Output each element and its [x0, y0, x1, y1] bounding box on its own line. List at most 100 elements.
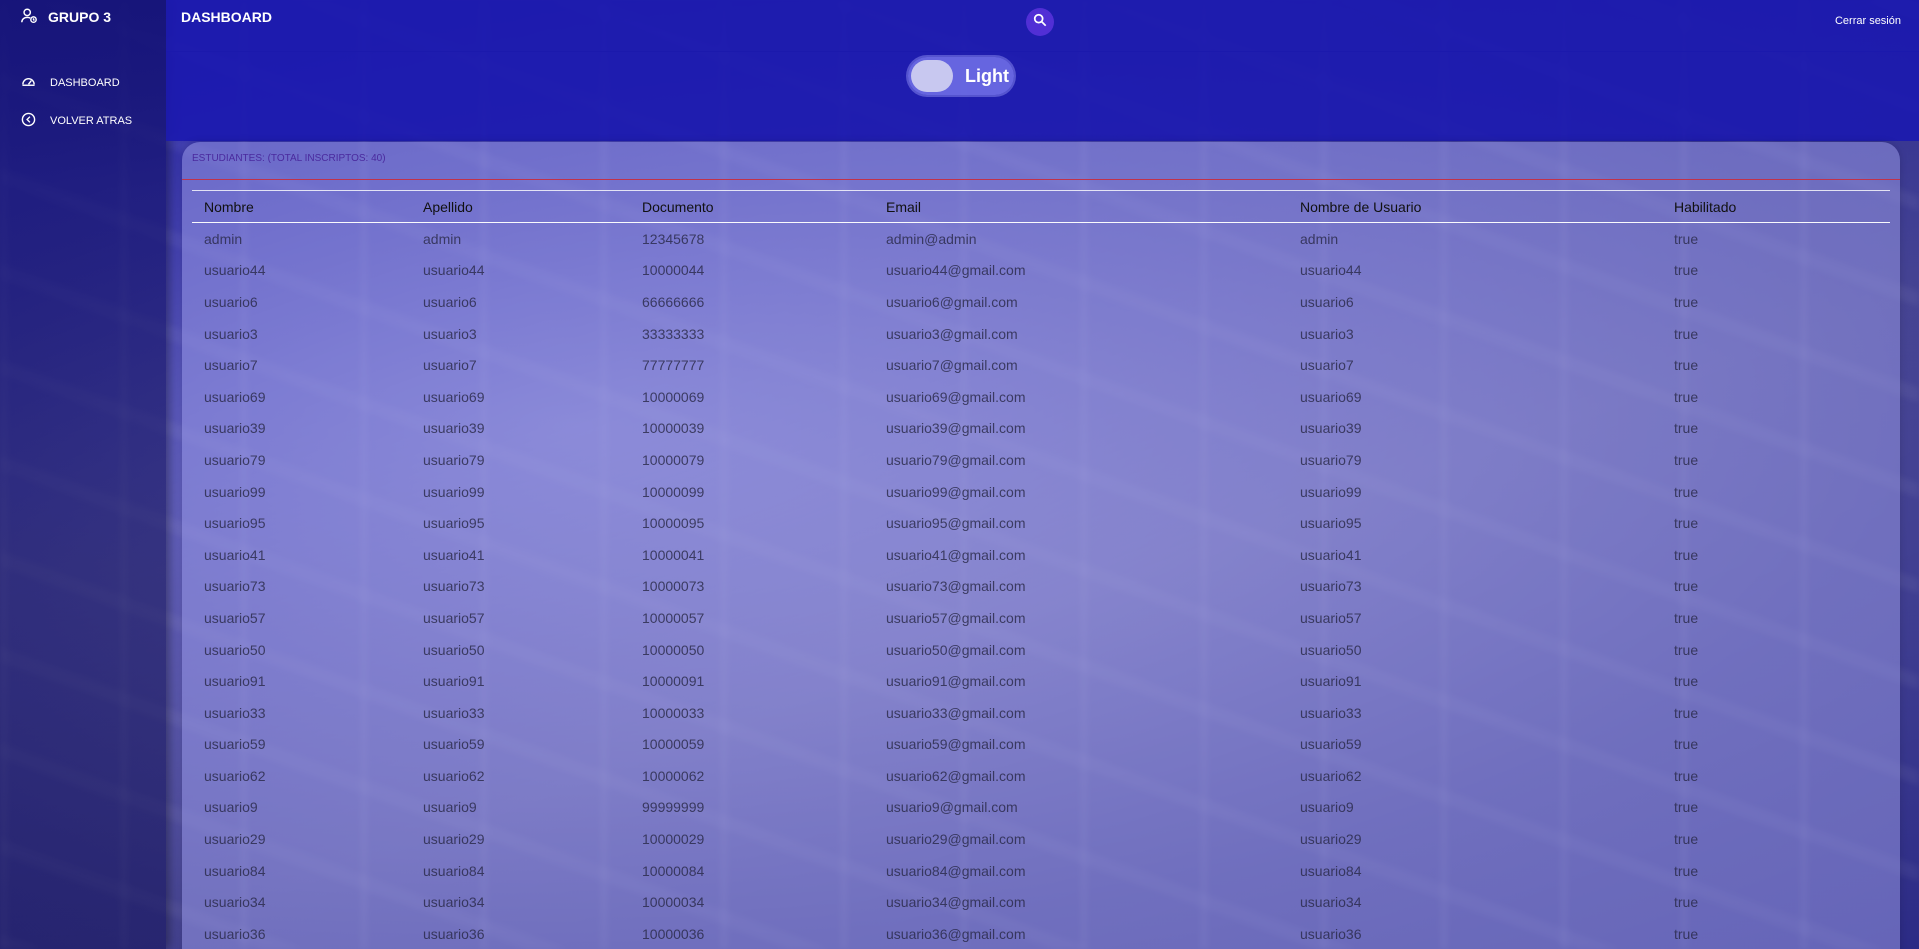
- cell-apellido: usuario59: [423, 736, 485, 753]
- cell-habilitado: true: [1674, 799, 1699, 816]
- cell-nombre: usuario29: [204, 831, 266, 848]
- table-row[interactable]: usuario41 usuario41 10000041 usuario41@gmai…: [192, 539, 1890, 571]
- cell-nombre: usuario59: [204, 736, 266, 753]
- cell-email: usuario9@gmail.com: [886, 799, 1018, 816]
- column-header-nombre: Nombre: [204, 198, 254, 215]
- logout-link[interactable]: Cerrar sesión: [1835, 15, 1901, 27]
- table-row[interactable]: usuario7 usuario7 77777777 usuario7@gmail.c…: [192, 349, 1890, 381]
- table-row[interactable]: usuario50 usuario50 10000050 usuario50@gmai…: [192, 634, 1890, 666]
- cell-habilitado: true: [1674, 546, 1699, 563]
- cell-nombre-de-usuario: usuario7: [1300, 357, 1354, 374]
- table-row[interactable]: usuario44 usuario44 10000044 usuario44@gmai…: [192, 255, 1890, 287]
- table-row[interactable]: usuario9 usuario9 99999999 usuario9@gmail.c…: [192, 792, 1890, 824]
- cell-documento: 10000084: [642, 862, 705, 879]
- topbar: DASHBOARD Cerrar sesión: [166, 0, 1919, 52]
- cell-documento: 10000039: [642, 420, 705, 437]
- table-row[interactable]: usuario57 usuario57 10000057 usuario57@gmai…: [192, 602, 1890, 634]
- cell-apellido: usuario7: [423, 357, 477, 374]
- cell-habilitado: true: [1674, 578, 1699, 595]
- cell-documento: 10000099: [642, 483, 705, 500]
- table-row[interactable]: usuario39 usuario39 10000039 usuario39@gmai…: [192, 413, 1890, 445]
- cell-nombre: usuario7: [204, 357, 258, 374]
- cell-nombre: usuario44: [204, 262, 266, 279]
- cell-email: usuario36@gmail.com: [886, 925, 1026, 942]
- table-row[interactable]: usuario3 usuario3 33333333 usuario3@gmail.c…: [192, 318, 1890, 350]
- cell-nombre-de-usuario: usuario33: [1300, 704, 1362, 721]
- cell-habilitado: true: [1674, 357, 1699, 374]
- cell-nombre-de-usuario: usuario95: [1300, 515, 1362, 532]
- table-row[interactable]: usuario84 usuario84 10000084 usuario84@gmai…: [192, 855, 1890, 887]
- search-button[interactable]: [1026, 8, 1054, 36]
- cell-email: usuario33@gmail.com: [886, 704, 1026, 721]
- table-row[interactable]: usuario34 usuario34 10000034 usuario34@gmai…: [192, 886, 1890, 918]
- cell-email: usuario99@gmail.com: [886, 483, 1026, 500]
- cell-nombre-de-usuario: usuario9: [1300, 799, 1354, 816]
- table-row[interactable]: admin admin 12345678 admin@admin admin true: [192, 223, 1890, 255]
- table-row[interactable]: usuario6 usuario6 66666666 usuario6@gmail.c…: [192, 286, 1890, 318]
- cell-apellido: usuario44: [423, 262, 485, 279]
- table-row[interactable]: usuario69 usuario69 10000069 usuario69@gmai…: [192, 381, 1890, 413]
- cell-habilitado: true: [1674, 420, 1699, 437]
- cell-habilitado: true: [1674, 862, 1699, 879]
- cell-apellido: usuario62: [423, 767, 485, 784]
- table-row[interactable]: usuario36 usuario36 10000036 usuario36@gmai…: [192, 918, 1890, 949]
- cell-apellido: usuario41: [423, 546, 485, 563]
- cell-apellido: usuario33: [423, 704, 485, 721]
- cell-nombre-de-usuario: usuario34: [1300, 894, 1362, 911]
- table-row[interactable]: usuario59 usuario59 10000059 usuario59@gmai…: [192, 729, 1890, 761]
- cell-email: usuario6@gmail.com: [886, 293, 1018, 310]
- cell-habilitado: true: [1674, 262, 1699, 279]
- cell-apellido: usuario79: [423, 451, 485, 468]
- cell-nombre-de-usuario: usuario29: [1300, 831, 1362, 848]
- theme-toggle[interactable]: Light: [908, 57, 1014, 95]
- cell-nombre: usuario84: [204, 862, 266, 879]
- table-row[interactable]: usuario73 usuario73 10000073 usuario73@gmai…: [192, 571, 1890, 603]
- cell-habilitado: true: [1674, 609, 1699, 626]
- cell-nombre: admin: [204, 230, 243, 247]
- toggle-knob[interactable]: [911, 60, 953, 92]
- table-row[interactable]: usuario91 usuario91 10000091 usuario91@gmai…: [192, 665, 1890, 697]
- cell-nombre-de-usuario: usuario36: [1300, 925, 1362, 942]
- cell-email: usuario69@gmail.com: [886, 388, 1026, 405]
- table-row[interactable]: usuario79 usuario79 10000079 usuario79@gmai…: [192, 444, 1890, 476]
- cell-email: usuario57@gmail.com: [886, 609, 1026, 626]
- cell-habilitado: true: [1674, 767, 1699, 784]
- students-card: ESTUDIANTES: (TOTAL INSCRIPTOS: 40) Nomb…: [182, 142, 1900, 949]
- header-band: [166, 51, 1919, 141]
- cell-apellido: usuario57: [423, 609, 485, 626]
- cell-habilitado: true: [1674, 831, 1699, 848]
- cell-documento: 10000073: [642, 578, 705, 595]
- cell-nombre: usuario3: [204, 325, 258, 342]
- sidebar-item-label: VOLVER ATRAS: [50, 115, 133, 127]
- cell-documento: 10000050: [642, 641, 705, 658]
- card-title: ESTUDIANTES: (TOTAL INSCRIPTOS: 40): [182, 142, 1900, 180]
- cell-documento: 77777777: [642, 357, 705, 374]
- table-row[interactable]: usuario99 usuario99 10000099 usuario99@gmai…: [192, 476, 1890, 508]
- cell-habilitado: true: [1674, 451, 1699, 468]
- sidebar: GRUPO 3 DASHBOARD VOLVER ATRAS: [0, 0, 166, 949]
- table-row[interactable]: usuario29 usuario29 10000029 usuario29@gmai…: [192, 823, 1890, 855]
- cell-documento: 10000069: [642, 388, 705, 405]
- cell-apellido: usuario9: [423, 799, 477, 816]
- table-row[interactable]: usuario62 usuario62 10000062 usuario62@gmai…: [192, 760, 1890, 792]
- cell-nombre-de-usuario: usuario6: [1300, 293, 1354, 310]
- cell-documento: 10000079: [642, 451, 705, 468]
- cell-nombre: usuario50: [204, 641, 266, 658]
- cell-nombre: usuario91: [204, 673, 266, 690]
- cell-email: admin@admin: [886, 230, 977, 247]
- cell-habilitado: true: [1674, 483, 1699, 500]
- table-row[interactable]: usuario95 usuario95 10000095 usuario95@gmai…: [192, 507, 1890, 539]
- cell-nombre: usuario33: [204, 704, 266, 721]
- cell-email: usuario84@gmail.com: [886, 862, 1026, 879]
- sidebar-item-volver-atras[interactable]: VOLVER ATRAS: [0, 102, 166, 140]
- cell-email: usuario39@gmail.com: [886, 420, 1026, 437]
- table-row[interactable]: usuario33 usuario33 10000033 usuario33@gmai…: [192, 697, 1890, 729]
- cell-apellido: usuario73: [423, 578, 485, 595]
- brand[interactable]: GRUPO 3: [0, 0, 166, 34]
- cell-documento: 10000033: [642, 704, 705, 721]
- cell-apellido: usuario91: [423, 673, 485, 690]
- sidebar-item-dashboard[interactable]: DASHBOARD: [0, 64, 166, 102]
- cell-email: usuario73@gmail.com: [886, 578, 1026, 595]
- cell-documento: 12345678: [642, 230, 705, 247]
- cell-apellido: usuario69: [423, 388, 485, 405]
